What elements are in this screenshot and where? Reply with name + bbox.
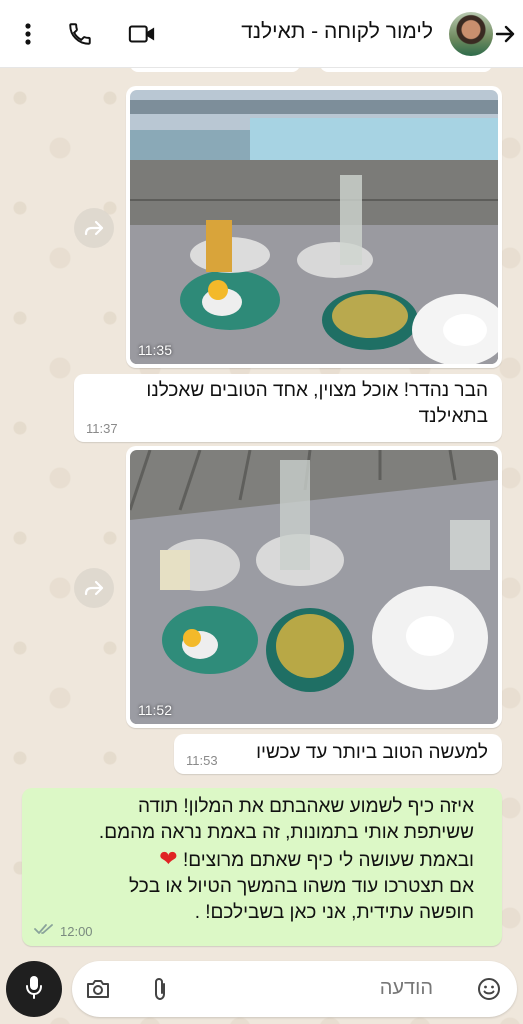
mic-button[interactable]	[6, 961, 62, 1017]
message-time: 11:35	[138, 342, 172, 358]
attach-icon[interactable]	[146, 975, 174, 1003]
forward-icon[interactable]	[74, 568, 114, 608]
message-time: 11:53	[186, 753, 218, 768]
back-arrow-icon[interactable]	[491, 20, 519, 48]
chat-title[interactable]: לימור לקוחה - תאילנד	[241, 20, 433, 44]
message-time: 12:00	[60, 923, 93, 939]
photo-food-on-table[interactable]: 11:52	[130, 450, 498, 724]
chat-header: לימור לקוחה - תאילנד	[0, 0, 523, 68]
heart-emoji: ❤	[159, 846, 178, 871]
read-ticks-icon	[34, 922, 54, 940]
message-input-bar[interactable]: הודעה	[72, 961, 517, 1017]
message-meta: 12:00	[34, 922, 93, 940]
incoming-message[interactable]: למעשה הטוב ביותר עד עכשיו 11:53	[174, 734, 502, 774]
forward-icon[interactable]	[74, 208, 114, 248]
avatar[interactable]	[449, 12, 493, 56]
photo-message[interactable]: 11:35	[126, 86, 502, 368]
message-line-with-heart: ובאמת שעושה לי כיף שאתם מרוצים! ❤	[34, 846, 474, 874]
message-line: אם תצטרכו עוד משהו בהמשך הטיול או בכל	[129, 876, 474, 897]
message-input[interactable]: הודעה	[380, 977, 433, 1000]
message-line: למעשה הטוב ביותר עד עכשיו	[256, 742, 488, 763]
kebab-menu-icon[interactable]	[14, 20, 42, 48]
outgoing-message[interactable]: איזה כיף לשמוע שאהבתם את המלון! תודה ששי…	[22, 788, 502, 946]
message-time: 11:37	[86, 421, 118, 436]
message-line: בתאילנד	[418, 406, 488, 427]
emoji-icon[interactable]	[475, 975, 503, 1003]
message-time: 11:52	[138, 702, 172, 718]
photo-food-by-pool[interactable]: 11:35	[130, 90, 498, 364]
message-line: חופשה עתידית, אני כאן בשבילכם! .	[194, 902, 474, 923]
message-line: ששיתפת אותי בתמונות, זה באמת נראה מהמם.	[98, 822, 474, 843]
message-line: איזה כיף לשמוע שאהבתם את המלון! תודה	[138, 796, 474, 817]
phone-icon[interactable]	[66, 20, 94, 48]
incoming-message[interactable]: הבר נהדר! אוכל מצוין, אחד הטובים שאכלנו …	[74, 374, 502, 442]
message-line: הבר נהדר! אוכל מצוין, אחד הטובים שאכלנו	[146, 380, 488, 401]
message-line: ובאמת שעושה לי כיף שאתם מרוצים!	[183, 850, 474, 871]
camera-icon[interactable]	[84, 975, 112, 1003]
photo-message[interactable]: 11:52	[126, 446, 502, 728]
video-icon[interactable]	[128, 20, 156, 48]
mic-icon	[24, 974, 44, 1005]
